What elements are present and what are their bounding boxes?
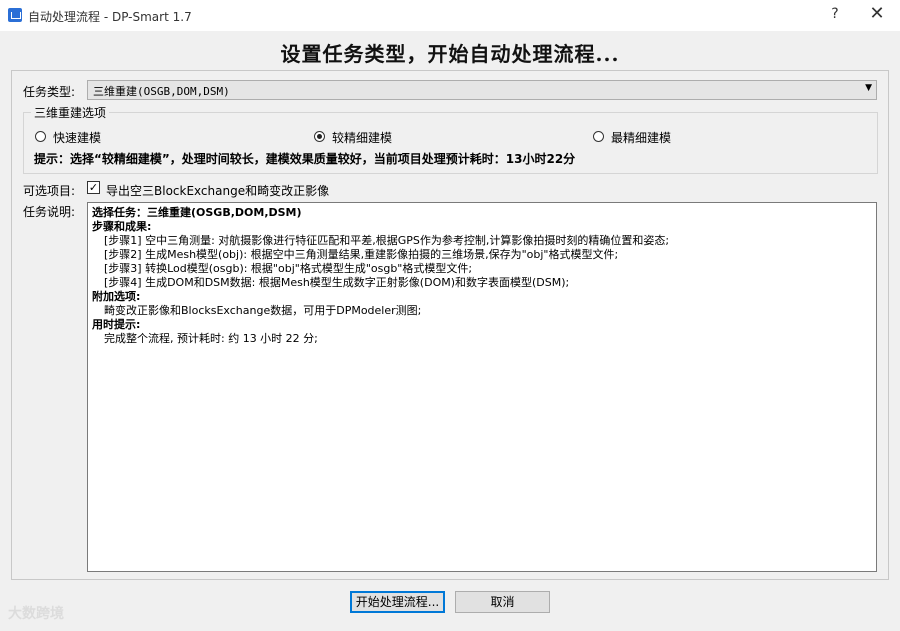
- radio-finest-label[interactable]: 最精细建模: [611, 129, 671, 146]
- radio-finest-modeling[interactable]: [593, 131, 604, 142]
- radio-fine-label[interactable]: 较精细建模: [332, 129, 392, 146]
- export-checkbox-label[interactable]: 导出空三BlockExchange和畸变改正影像: [106, 182, 329, 199]
- chevron-down-icon: ▼: [865, 83, 872, 93]
- radio-fast-modeling[interactable]: [35, 131, 46, 142]
- task-type-value: 三维重建(OSGB,DOM,DSM): [93, 85, 230, 98]
- radio-fast-label[interactable]: 快速建模: [53, 129, 101, 146]
- description-textbox[interactable]: 选择任务：三维重建(OSGB,DOM,DSM) 步骤和成果: [步骤1] 空中三角测…: [87, 202, 877, 572]
- description-line: 选择任务：三维重建(OSGB,DOM,DSM): [92, 206, 302, 219]
- export-checkbox[interactable]: ✓: [87, 181, 100, 194]
- page-heading: 设置任务类型，开始自动处理流程...: [280, 42, 620, 66]
- description-line: [步骤1] 空中三角测量: 对航摄影像进行特征匹配和平差,根据GPS作为参考控制…: [104, 234, 670, 247]
- task-type-select[interactable]: 三维重建(OSGB,DOM,DSM) ▼: [87, 80, 877, 100]
- window-title: 自动处理流程 - DP-Smart 1.7: [28, 10, 192, 24]
- description-label: 任务说明:: [23, 205, 76, 219]
- description-line: [步骤3] 转换Lod模型(osgb): 根据"obj"格式模型生成"osgb"…: [104, 262, 473, 275]
- cancel-button[interactable]: 取消: [455, 591, 550, 613]
- description-line: 畸变改正影像和BlocksExchange数据，可用于DPModeler测图;: [104, 304, 422, 317]
- options-group-title: 三维重建选项: [31, 104, 110, 121]
- description-line: 附加选项:: [92, 290, 141, 303]
- description-line: [步骤2] 生成Mesh模型(obj): 根据空中三角测量结果,重建影像拍摄的三…: [104, 248, 619, 261]
- close-button[interactable]: ✕: [864, 3, 890, 24]
- description-line: 完成整个流程, 预计耗时: 约 13 小时 22 分;: [104, 332, 318, 345]
- app-logo-icon: [8, 8, 22, 22]
- description-line: [步骤4] 生成DOM和DSM数据: 根据Mesh模型生成数字正射影像(DOM)…: [104, 276, 570, 289]
- description-line: 用时提示:: [92, 318, 141, 331]
- description-line: 步骤和成果:: [92, 220, 152, 233]
- radio-fine-modeling[interactable]: [314, 131, 325, 142]
- start-process-button[interactable]: 开始处理流程...: [350, 591, 445, 613]
- task-type-label: 任务类型:: [23, 85, 76, 99]
- hint-text: 提示：选择“较精细建模”，处理时间较长，建模效果质量较好，当前项目处理预计耗时：…: [34, 152, 576, 166]
- title-bar: 自动处理流程 - DP-Smart 1.7 ? ✕: [0, 0, 900, 31]
- help-button[interactable]: ?: [825, 6, 845, 22]
- optional-label: 可选项目:: [23, 184, 76, 198]
- watermark: 大数跨境: [8, 606, 64, 622]
